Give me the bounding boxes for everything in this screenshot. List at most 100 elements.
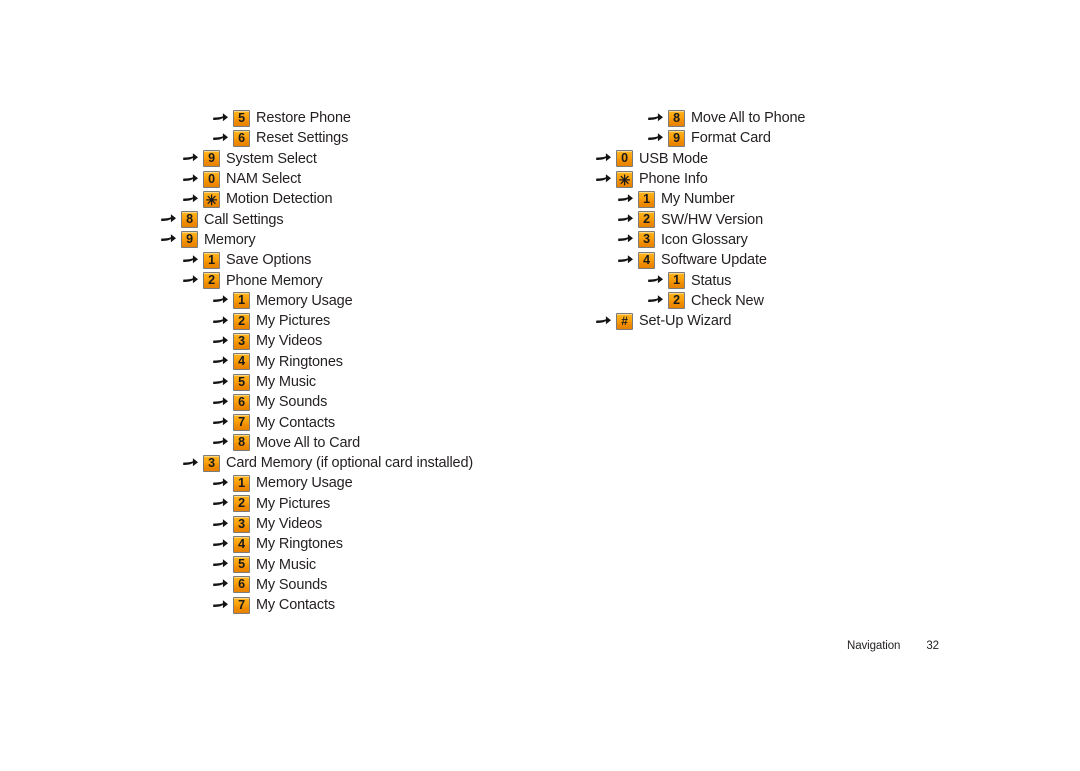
- menu-item-my-videos[interactable]: 3 My Videos: [160, 331, 580, 351]
- keypad-key-badge: 6: [233, 129, 250, 147]
- menu-item-my-sounds[interactable]: 6 My Sounds: [160, 575, 580, 595]
- right-arrow-icon: [212, 436, 229, 449]
- menu-item-label: Save Options: [226, 252, 312, 269]
- keypad-key-badge: 3: [233, 332, 250, 350]
- menu-item-nam-select[interactable]: 0 NAM Select: [160, 169, 580, 189]
- menu-item-my-ringtones[interactable]: 4 My Ringtones: [160, 534, 580, 554]
- menu-item-save-options[interactable]: 1 Save Options: [160, 250, 580, 270]
- menu-item-phone-info[interactable]: ✳ Phone Info: [595, 169, 1015, 189]
- right-arrow-icon: [212, 376, 229, 389]
- menu-item-label: My Sounds: [256, 394, 328, 411]
- right-arrow-icon: [595, 315, 612, 328]
- menu-item-label: Set-Up Wizard: [639, 313, 732, 330]
- right-arrow-icon: [212, 477, 229, 490]
- menu-item-label: Memory Usage: [256, 475, 353, 492]
- right-arrow-icon: [212, 558, 229, 571]
- menu-item-phone-memory[interactable]: 2 Phone Memory: [160, 270, 580, 290]
- page-footer: Navigation 32: [847, 640, 939, 652]
- menu-item-card-memory-if-optional-card-installed[interactable]: 3 Card Memory (if optional card installed…: [160, 453, 580, 473]
- menu-item-my-contacts[interactable]: 7 My Contacts: [160, 412, 580, 432]
- menu-item-restore-phone[interactable]: 5 Restore Phone: [160, 108, 580, 128]
- right-arrow-icon: [212, 538, 229, 551]
- menu-tree-right-column: 8 Move All to Phone 9 Format Card 0 USB Mode ✳…: [595, 108, 1015, 331]
- menu-tree-left-column: 5 Restore Phone 6 Reset Settings 9 System Sel…: [160, 108, 580, 615]
- right-arrow-icon: [647, 132, 664, 145]
- menu-item-label: Motion Detection: [226, 191, 333, 208]
- right-arrow-icon: [182, 457, 199, 470]
- menu-item-my-music[interactable]: 5 My Music: [160, 372, 580, 392]
- right-arrow-icon: [160, 233, 177, 246]
- menu-item-memory[interactable]: 9 Memory: [160, 230, 580, 250]
- menu-item-call-settings[interactable]: 8 Call Settings: [160, 209, 580, 229]
- menu-item-label: Status: [691, 272, 732, 289]
- keypad-key-badge: 8: [181, 211, 198, 229]
- menu-item-my-ringtones[interactable]: 4 My Ringtones: [160, 352, 580, 372]
- menu-item-label: NAM Select: [226, 171, 302, 188]
- right-arrow-icon: [160, 213, 177, 226]
- menu-item-label: Move All to Phone: [691, 110, 806, 127]
- keypad-key-badge: 9: [203, 150, 220, 168]
- keypad-key-badge: 2: [233, 312, 250, 330]
- menu-item-check-new[interactable]: 2 Check New: [595, 291, 1015, 311]
- menu-item-label: Check New: [691, 292, 764, 309]
- keypad-key-badge: 4: [233, 535, 250, 553]
- menu-item-label: My Ringtones: [256, 536, 343, 553]
- menu-item-my-pictures[interactable]: 2 My Pictures: [160, 494, 580, 514]
- menu-item-reset-settings[interactable]: 6 Reset Settings: [160, 128, 580, 148]
- menu-item-label: Reset Settings: [256, 130, 349, 147]
- manual-page: 5 Restore Phone 6 Reset Settings 9 System Sel…: [0, 0, 1080, 771]
- menu-item-move-all-to-card[interactable]: 8 Move All to Card: [160, 433, 580, 453]
- menu-item-label: Restore Phone: [256, 110, 351, 127]
- keypad-key-badge: 3: [638, 231, 655, 249]
- footer-section-label: Navigation: [847, 640, 901, 652]
- menu-item-label: Memory Usage: [256, 292, 353, 309]
- right-arrow-icon: [647, 112, 664, 125]
- menu-item-label: System Select: [226, 150, 317, 167]
- menu-item-label: Phone Memory: [226, 272, 323, 289]
- menu-item-memory-usage[interactable]: 1 Memory Usage: [160, 473, 580, 493]
- keypad-key-badge: 5: [233, 556, 250, 574]
- right-arrow-icon: [212, 335, 229, 348]
- menu-item-label: My Contacts: [256, 597, 335, 614]
- menu-item-memory-usage[interactable]: 1 Memory Usage: [160, 291, 580, 311]
- menu-item-label: Format Card: [691, 130, 771, 147]
- menu-item-motion-detection[interactable]: ✳ Motion Detection: [160, 189, 580, 209]
- menu-item-my-music[interactable]: 5 My Music: [160, 555, 580, 575]
- right-arrow-icon: [212, 497, 229, 510]
- menu-item-my-pictures[interactable]: 2 My Pictures: [160, 311, 580, 331]
- right-arrow-icon: [182, 152, 199, 165]
- menu-item-label: SW/HW Version: [661, 211, 763, 228]
- menu-item-my-sounds[interactable]: 6 My Sounds: [160, 392, 580, 412]
- menu-item-usb-mode[interactable]: 0 USB Mode: [595, 149, 1015, 169]
- right-arrow-icon: [647, 294, 664, 307]
- keypad-key-badge: 4: [638, 251, 655, 269]
- menu-item-label: My Ringtones: [256, 353, 343, 370]
- keypad-key-badge: 5: [233, 373, 250, 391]
- keypad-key-badge: 2: [668, 292, 685, 310]
- menu-item-move-all-to-phone[interactable]: 8 Move All to Phone: [595, 108, 1015, 128]
- right-arrow-icon: [212, 599, 229, 612]
- menu-item-my-contacts[interactable]: 7 My Contacts: [160, 595, 580, 615]
- menu-item-label: My Pictures: [256, 495, 331, 512]
- footer-page-number: 32: [926, 640, 939, 652]
- keypad-key-badge: 2: [203, 272, 220, 290]
- menu-item-format-card[interactable]: 9 Format Card: [595, 128, 1015, 148]
- right-arrow-icon: [617, 233, 634, 246]
- menu-item-label: My Sounds: [256, 576, 328, 593]
- menu-item-sw-hw-version[interactable]: 2 SW/HW Version: [595, 209, 1015, 229]
- right-arrow-icon: [212, 396, 229, 409]
- menu-item-set-up-wizard[interactable]: # Set-Up Wizard: [595, 311, 1015, 331]
- menu-item-label: Card Memory (if optional card installed): [226, 455, 474, 472]
- right-arrow-icon: [212, 132, 229, 145]
- menu-item-label: Move All to Card: [256, 434, 360, 451]
- right-arrow-icon: [212, 112, 229, 125]
- menu-item-my-videos[interactable]: 3 My Videos: [160, 514, 580, 534]
- right-arrow-icon: [182, 193, 199, 206]
- keypad-key-badge: 1: [668, 272, 685, 290]
- menu-item-system-select[interactable]: 9 System Select: [160, 149, 580, 169]
- keypad-key-badge: 3: [203, 454, 220, 472]
- menu-item-software-update[interactable]: 4 Software Update: [595, 250, 1015, 270]
- menu-item-my-number[interactable]: 1 My Number: [595, 189, 1015, 209]
- menu-item-icon-glossary[interactable]: 3 Icon Glossary: [595, 230, 1015, 250]
- menu-item-status[interactable]: 1 Status: [595, 270, 1015, 290]
